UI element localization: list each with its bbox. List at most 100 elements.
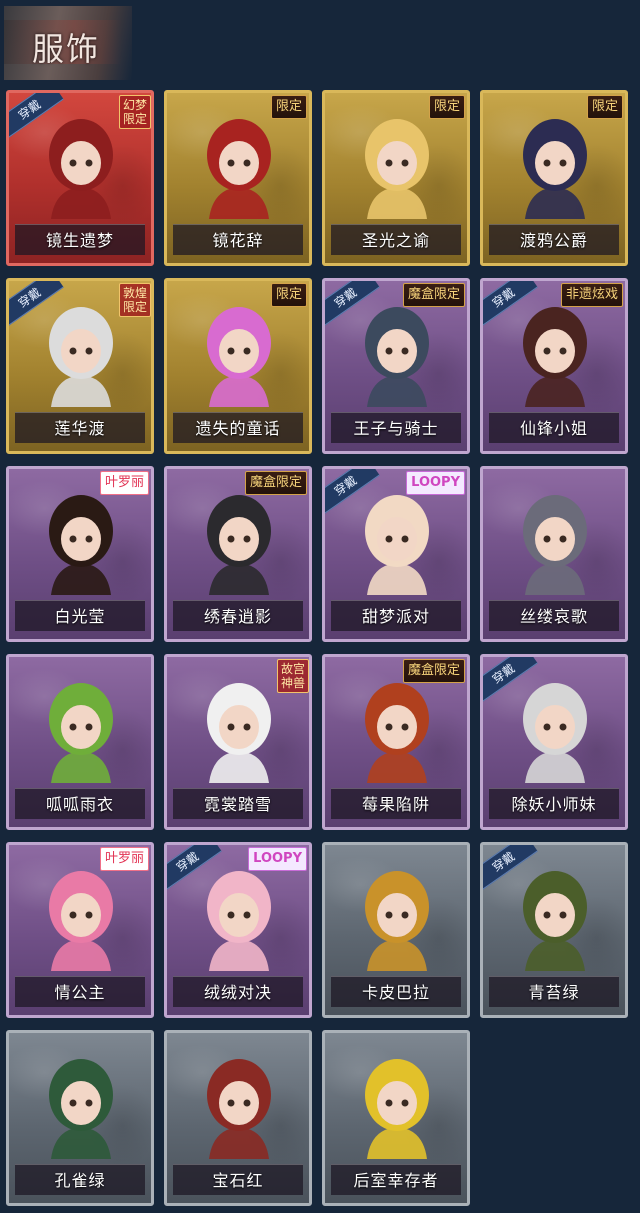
portrait-body <box>209 187 269 219</box>
portrait-face <box>377 705 417 749</box>
character-portrait <box>207 871 271 971</box>
portrait-face <box>535 705 575 749</box>
costume-name: 后室幸存者 <box>353 1171 439 1190</box>
costume-name: 渡鸦公爵 <box>519 231 588 250</box>
costume-name: 莓果陷阱 <box>361 795 430 814</box>
portrait-eye <box>227 535 235 543</box>
costume-card[interactable]: 限定 圣光之谕 <box>322 90 470 266</box>
costume-card[interactable]: 叶罗丽 情公主 <box>6 842 154 1018</box>
costume-card[interactable]: 孔雀绿 <box>6 1030 154 1206</box>
character-portrait <box>365 871 429 971</box>
portrait-body <box>525 375 585 407</box>
portrait-eye <box>69 535 77 543</box>
costume-card[interactable]: 宝石红 <box>164 1030 312 1206</box>
limited-tag: 限定 <box>428 95 465 119</box>
portrait-eye <box>85 159 93 167</box>
portrait-eye <box>85 723 93 731</box>
portrait-body <box>367 751 427 783</box>
portrait-body <box>367 939 427 971</box>
character-portrait <box>49 1059 113 1159</box>
costume-name: 孔雀绿 <box>54 1171 106 1190</box>
costume-name: 莲华渡 <box>54 419 106 438</box>
limited-tag: 魔盒限定 <box>402 283 465 307</box>
costume-card[interactable]: 穿戴 除妖小师妹 <box>480 654 628 830</box>
portrait-body <box>367 187 427 219</box>
portrait-eye <box>243 535 251 543</box>
portrait-body <box>525 187 585 219</box>
limited-tag: 非遗炫戏 <box>560 283 623 307</box>
costume-name: 卡皮巴拉 <box>361 983 430 1002</box>
portrait-body <box>51 939 111 971</box>
costume-card[interactable]: 叶罗丽 白光莹 <box>6 466 154 642</box>
portrait-eye <box>559 535 567 543</box>
costume-card[interactable]: 幻梦限定 穿戴 镜生遗梦 <box>6 90 154 266</box>
portrait-eye <box>543 347 551 355</box>
portrait-eye <box>401 1099 409 1107</box>
portrait-eye <box>385 347 393 355</box>
limited-tag: 叶罗丽 <box>99 847 149 871</box>
costume-card[interactable]: 卡皮巴拉 <box>322 842 470 1018</box>
limited-tag: 魔盒限定 <box>402 659 465 683</box>
portrait-body <box>209 939 269 971</box>
portrait-body <box>367 563 427 595</box>
portrait-face <box>535 517 575 561</box>
limited-tag: 故宫神兽 <box>277 659 309 693</box>
portrait-face <box>377 517 417 561</box>
costume-name: 宝石红 <box>212 1171 264 1190</box>
portrait-eye <box>69 347 77 355</box>
costume-name: 遗失的童话 <box>195 419 281 438</box>
costume-name: 白光莹 <box>54 607 106 626</box>
costume-name: 仙锋小姐 <box>519 419 588 438</box>
section-header: 服饰 <box>4 6 132 80</box>
character-portrait <box>365 307 429 407</box>
costume-card[interactable]: 非遗炫戏 穿戴 仙锋小姐 <box>480 278 628 454</box>
portrait-eye <box>227 911 235 919</box>
portrait-eye <box>85 911 93 919</box>
costume-name: 王子与骑士 <box>353 419 439 438</box>
costume-name: 丝缕哀歌 <box>519 607 588 626</box>
portrait-eye <box>543 723 551 731</box>
portrait-face <box>61 141 101 185</box>
portrait-eye <box>69 723 77 731</box>
costume-card[interactable]: 故宫神兽 霓裳踏雪 <box>164 654 312 830</box>
portrait-eye <box>227 723 235 731</box>
portrait-face <box>219 517 259 561</box>
costume-card[interactable]: 限定 遗失的童话 <box>164 278 312 454</box>
portrait-eye <box>385 159 393 167</box>
portrait-body <box>525 751 585 783</box>
character-portrait <box>365 495 429 595</box>
costume-name: 绒绒对决 <box>203 983 272 1002</box>
portrait-face <box>219 893 259 937</box>
portrait-eye <box>401 911 409 919</box>
portrait-eye <box>243 1099 251 1107</box>
portrait-face <box>61 705 101 749</box>
portrait-eye <box>227 347 235 355</box>
portrait-eye <box>243 911 251 919</box>
costume-card[interactable]: 限定 镜花辞 <box>164 90 312 266</box>
character-portrait <box>365 119 429 219</box>
costume-card[interactable]: 敦煌限定 穿戴 莲华渡 <box>6 278 154 454</box>
costume-card[interactable]: 限定 渡鸦公爵 <box>480 90 628 266</box>
character-portrait <box>365 1059 429 1159</box>
portrait-face <box>377 893 417 937</box>
portrait-body <box>51 563 111 595</box>
portrait-face <box>535 329 575 373</box>
costume-card[interactable]: 魔盒限定 穿戴 王子与骑士 <box>322 278 470 454</box>
portrait-face <box>61 893 101 937</box>
costume-card[interactable]: LOOPY 穿戴 甜梦派对 <box>322 466 470 642</box>
costume-card[interactable]: 穿戴 青苔绿 <box>480 842 628 1018</box>
character-portrait <box>207 683 271 783</box>
portrait-face <box>219 329 259 373</box>
portrait-eye <box>243 723 251 731</box>
costume-card[interactable]: 呱呱雨衣 <box>6 654 154 830</box>
portrait-face <box>377 329 417 373</box>
costume-card[interactable]: 丝缕哀歌 <box>480 466 628 642</box>
costume-card[interactable]: 魔盒限定莓果陷阱 <box>322 654 470 830</box>
costume-card[interactable]: 后室幸存者 <box>322 1030 470 1206</box>
portrait-face <box>61 329 101 373</box>
portrait-eye <box>401 723 409 731</box>
portrait-eye <box>385 1099 393 1107</box>
portrait-face <box>535 141 575 185</box>
costume-card[interactable]: 魔盒限定 绣春逍影 <box>164 466 312 642</box>
costume-card[interactable]: LOOPY 穿戴 绒绒对决 <box>164 842 312 1018</box>
